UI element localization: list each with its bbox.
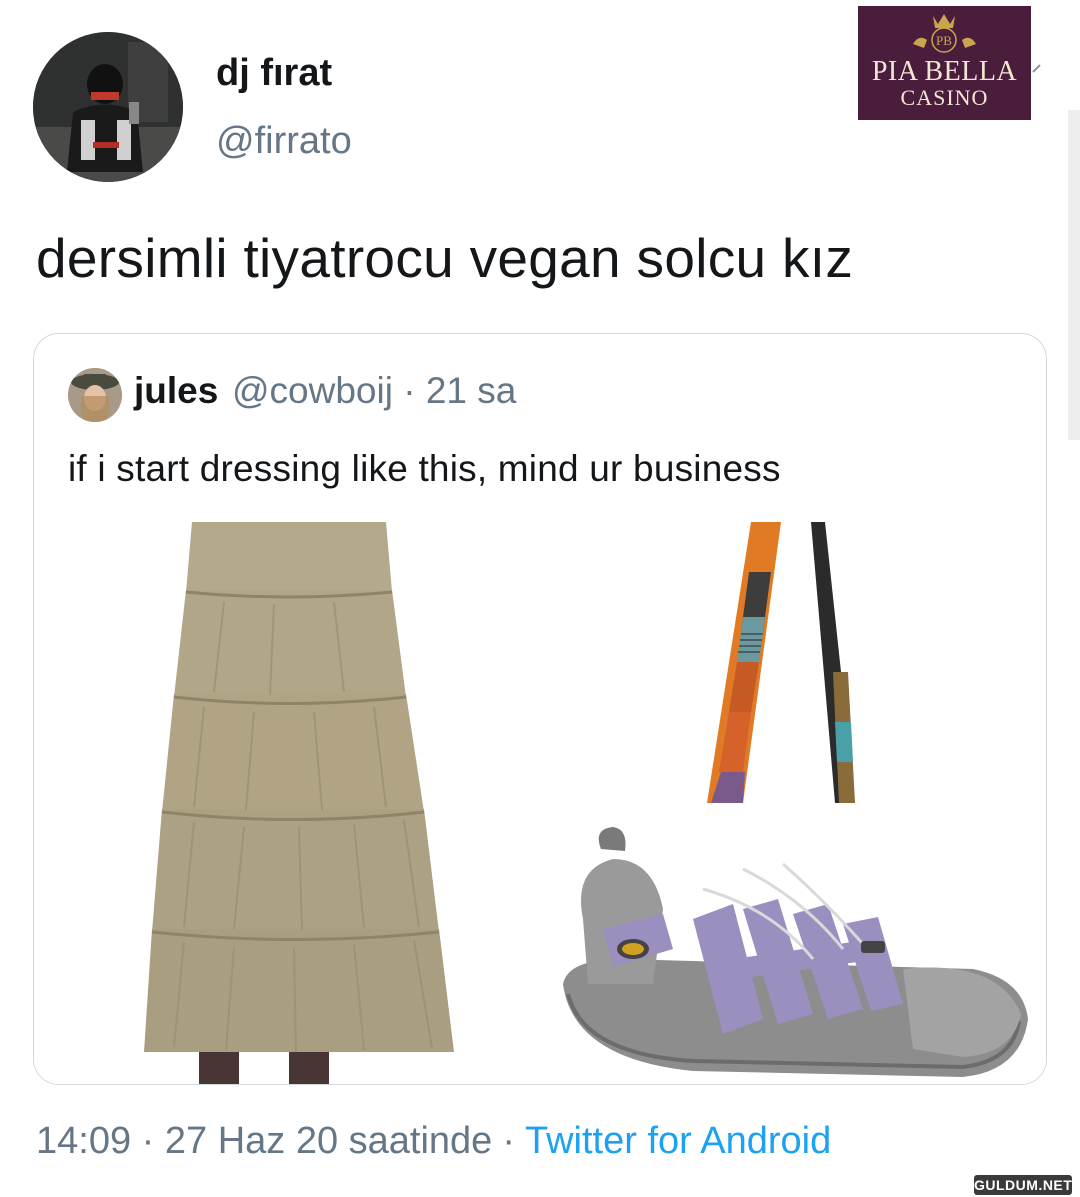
site-watermark: GULDUM.NET	[974, 1175, 1073, 1195]
quoted-handle[interactable]: @cowboij	[232, 370, 393, 411]
quoted-author-avatar[interactable]	[68, 368, 122, 422]
crown-monogram-icon: PB	[913, 14, 976, 53]
quoted-time[interactable]: 21 sa	[426, 370, 517, 411]
author-display-name[interactable]: dj fırat	[216, 52, 332, 95]
quoted-tweet-card[interactable]: jules @cowboij · 21 sa if i start dressi…	[33, 333, 1047, 1085]
footer-separator: ·	[502, 1120, 515, 1162]
bag-strap-image	[543, 522, 1046, 803]
media-image-skirt[interactable]	[34, 522, 537, 1084]
quoted-display-name[interactable]: jules	[134, 370, 218, 412]
ad-subtitle: CASINO	[900, 85, 989, 110]
author-handle[interactable]: @firrato	[216, 120, 352, 163]
media-image-bag-strap[interactable]	[543, 522, 1046, 803]
author-avatar[interactable]	[33, 32, 183, 182]
tweet-footer: 14:09 · 27 Haz 20 saatinde · Twitter for A…	[36, 1120, 831, 1163]
casino-ad-logo: PB PIA BELLA CASINO	[858, 6, 1031, 120]
skirt-image	[34, 522, 537, 1084]
quoted-tweet-text: if i start dressing like this, mind ur b…	[68, 448, 781, 489]
chevron-down-icon[interactable]	[1030, 60, 1050, 80]
media-image-sandal[interactable]	[543, 809, 1046, 1084]
avatar-photo-icon	[33, 32, 183, 182]
tweet-text: dersimli tiyatrocu vegan solcu kız	[36, 227, 854, 289]
sandal-image	[543, 809, 1046, 1084]
tweet-timestamp[interactable]: 14:09 · 27 Haz 20 saatinde	[36, 1120, 492, 1162]
meta-separator: ·	[403, 370, 416, 411]
monogram-text: PB	[936, 33, 952, 48]
tweet-source-link[interactable]: Twitter for Android	[525, 1120, 831, 1162]
quoted-meta: @cowboij · 21 sa	[232, 370, 516, 412]
avatar-photo-icon	[68, 368, 122, 422]
ad-title: PIA BELLA	[871, 56, 1018, 87]
edge-shadow	[1068, 110, 1080, 440]
